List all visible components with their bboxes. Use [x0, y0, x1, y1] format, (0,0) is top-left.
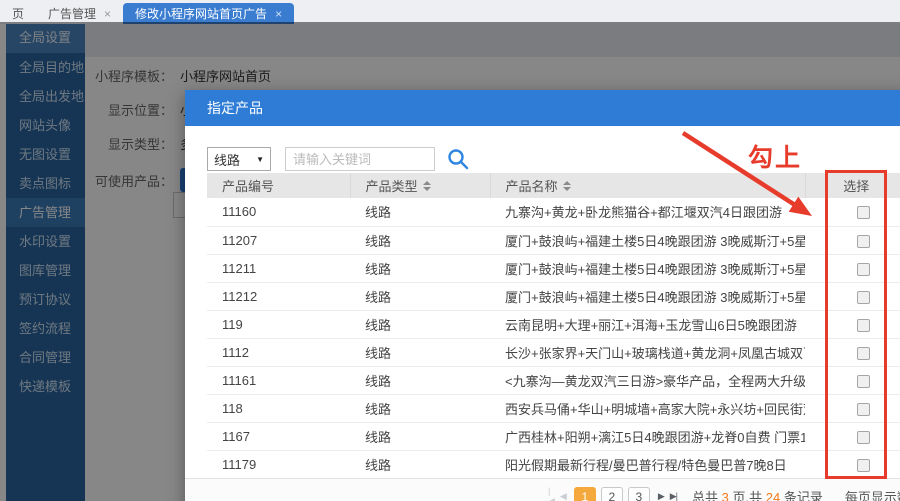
product-id: 11211: [207, 254, 350, 282]
page-number-button[interactable]: 2: [601, 487, 623, 501]
product-row: 1167 线路 广西桂林+阳朔+漓江5日4晚跟团游+龙脊0自费 门票1100元 …: [207, 422, 900, 450]
product-row: 11179 线路 阳光假期最新行程/曼巴普行程/特色曼巴普7晚8日: [207, 450, 900, 478]
search-icon: [446, 147, 470, 171]
product-type: 线路: [350, 226, 490, 254]
column-header[interactable]: 产品编号: [207, 173, 350, 198]
record-summary: 总共 3 页,共 24 条记录: [692, 487, 823, 501]
product-id: 118: [207, 394, 350, 422]
tab-close-icon[interactable]: ×: [275, 7, 282, 21]
product-name: 云南昆明+大理+丽江+洱海+玉龙雪山6日5晚跟团游: [490, 310, 805, 338]
product-name: 阳光假期最新行程/曼巴普行程/特色曼巴普7晚8日: [490, 450, 805, 478]
product-type: 线路: [350, 310, 490, 338]
product-row: 11212 线路 厦门+鼓浪屿+福建土楼5日4晚跟团游 3晚威斯汀+5星下午茶 …: [207, 282, 900, 310]
product-type: 线路: [350, 450, 490, 478]
keyword-search-input[interactable]: [285, 147, 435, 171]
row-select-checkbox[interactable]: [857, 235, 870, 248]
tab-bar: 页 × 广告管理 × 修改小程序网站首页广告 ×: [0, 0, 900, 24]
search-button[interactable]: [445, 146, 471, 172]
tab-label: 修改小程序网站首页广告: [135, 5, 267, 22]
column-header[interactable]: 产品名称: [490, 173, 805, 198]
column-header[interactable]: 选择: [805, 173, 900, 198]
summary-segment: 3: [722, 490, 729, 501]
row-select-checkbox[interactable]: [857, 347, 870, 360]
product-type: 线路: [350, 422, 490, 450]
product-type: 线路: [350, 198, 490, 226]
tab-label: 页: [12, 5, 24, 22]
row-select-checkbox[interactable]: [857, 206, 870, 219]
column-header-label: 产品名称: [506, 176, 558, 195]
nav-tab[interactable]: 广告管理 ×: [36, 3, 123, 24]
filter-row: 线路 ▼: [207, 146, 471, 172]
product-row: 119 线路 云南昆明+大理+丽江+洱海+玉龙雪山6日5晚跟团游: [207, 310, 900, 338]
product-type: 线路: [350, 338, 490, 366]
assign-product-modal: 指定产品 线路 ▼: [185, 90, 900, 501]
column-header-label: 选择: [843, 176, 869, 195]
product-row: 1112 线路 长沙+张家界+天门山+玻璃栈道+黄龙洞+凤凰古城双飞6日跟...: [207, 338, 900, 366]
product-type: 线路: [350, 282, 490, 310]
select-value: 线路: [214, 150, 240, 169]
product-id: 11161: [207, 366, 350, 394]
page-size-label: 每页显示数量:: [845, 487, 900, 501]
column-header-label: 产品编号: [222, 176, 274, 195]
product-id: 11179: [207, 450, 350, 478]
product-table-body: 11160 线路 九寨沟+黄龙+卧龙熊猫谷+都江堰双汽4日跟团游 11207 线…: [207, 198, 900, 478]
row-select-checkbox[interactable]: [857, 319, 870, 332]
product-row: 11211 线路 厦门+鼓浪屿+福建土楼5日4晚跟团游 3晚威斯汀+5星下午茶 …: [207, 254, 900, 282]
row-select-checkbox[interactable]: [857, 459, 870, 472]
sort-icon[interactable]: [563, 181, 571, 191]
row-select-checkbox[interactable]: [857, 263, 870, 276]
page-number-button[interactable]: 3: [628, 487, 650, 501]
product-id: 1112: [207, 338, 350, 366]
table-header-row: 产品编号 产品类型: [207, 173, 900, 198]
row-select-checkbox[interactable]: [857, 375, 870, 388]
tab-label: 广告管理: [48, 5, 96, 22]
column-header-label: 产品类型: [366, 176, 418, 195]
product-row: 11207 线路 厦门+鼓浪屿+福建土楼5日4晚跟团游 3晚威斯汀+5星下午茶 …: [207, 226, 900, 254]
product-name: 长沙+张家界+天门山+玻璃栈道+黄龙洞+凤凰古城双飞6日跟...: [490, 338, 805, 366]
summary-segment: 条记录: [784, 490, 823, 501]
modal-title: 指定产品: [185, 90, 900, 126]
first-page-icon[interactable]: |◀: [548, 486, 554, 501]
row-select-checkbox[interactable]: [857, 431, 870, 444]
last-page-icon[interactable]: ▶|: [670, 491, 677, 501]
product-name: 九寨沟+黄龙+卧龙熊猫谷+都江堰双汽4日跟团游: [490, 198, 805, 226]
tab-close-icon[interactable]: ×: [104, 7, 111, 21]
summary-segment: 总共: [692, 490, 718, 501]
product-type-select[interactable]: 线路 ▼: [207, 147, 271, 171]
prev-page-icon[interactable]: ◀: [560, 491, 566, 501]
product-name: 西安兵马俑+华山+明城墙+高家大院+永兴坊+回民街双飞4日...: [490, 394, 805, 422]
page-number-button[interactable]: 1: [574, 487, 596, 501]
summary-segment: 24: [766, 490, 780, 501]
sort-icon[interactable]: [423, 181, 431, 191]
product-type: 线路: [350, 394, 490, 422]
product-type: 线路: [350, 366, 490, 394]
product-name: <九寨沟—黄龙双汽三日游>豪华产品，全程两大升级，八大赠送: [490, 366, 805, 394]
product-id: 11207: [207, 226, 350, 254]
product-type: 线路: [350, 254, 490, 282]
product-id: 11160: [207, 198, 350, 226]
row-select-checkbox[interactable]: [857, 291, 870, 304]
product-table: 产品编号 产品类型: [207, 173, 900, 479]
product-row: 11161 线路 <九寨沟—黄龙双汽三日游>豪华产品，全程两大升级，八大赠送: [207, 366, 900, 394]
product-name: 厦门+鼓浪屿+福建土楼5日4晚跟团游 3晚威斯汀+5星下午茶 1...: [490, 226, 805, 254]
product-id: 1167: [207, 422, 350, 450]
dropdown-caret-icon: ▼: [256, 155, 264, 164]
next-page-icon[interactable]: ▶: [658, 491, 664, 501]
nav-tab[interactable]: 修改小程序网站首页广告 ×: [123, 3, 294, 24]
app-window: 页 × 广告管理 × 修改小程序网站首页广告 × 全局设置 全局目的地: [0, 0, 900, 501]
product-name: 广西桂林+阳朔+漓江5日4晚跟团游+龙脊0自费 门票1100元 吊...: [490, 422, 805, 450]
product-id: 119: [207, 310, 350, 338]
product-name: 厦门+鼓浪屿+福建土楼5日4晚跟团游 3晚威斯汀+5星下午茶 1...: [490, 282, 805, 310]
pagination-bar: |◀ ◀ 1 2 3 ▶ ▶| 总共 3 页,共: [185, 478, 900, 501]
product-row: 118 线路 西安兵马俑+华山+明城墙+高家大院+永兴坊+回民街双飞4日...: [207, 394, 900, 422]
column-header[interactable]: 产品类型: [350, 173, 490, 198]
product-id: 11212: [207, 282, 350, 310]
product-row: 11160 线路 九寨沟+黄龙+卧龙熊猫谷+都江堰双汽4日跟团游: [207, 198, 900, 226]
page-buttons: 1 2 3: [574, 487, 650, 501]
summary-segment: 页,共: [733, 490, 763, 501]
nav-tab[interactable]: 页 ×: [0, 3, 36, 24]
row-select-checkbox[interactable]: [857, 403, 870, 416]
product-name: 厦门+鼓浪屿+福建土楼5日4晚跟团游 3晚威斯汀+5星下午茶 1...: [490, 254, 805, 282]
